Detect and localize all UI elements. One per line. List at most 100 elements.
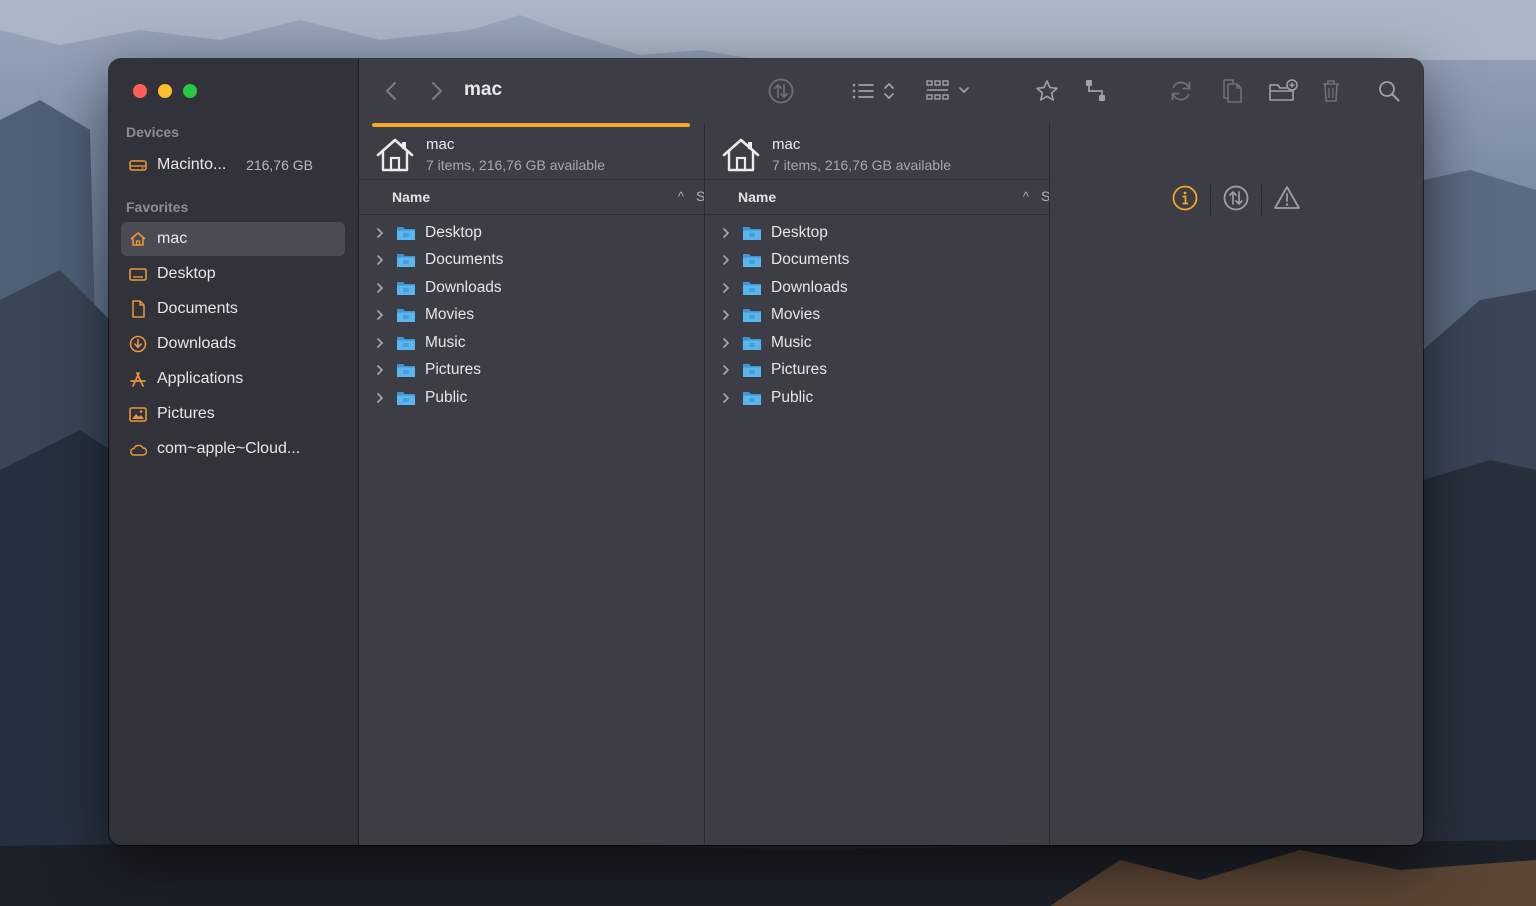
size-column-header[interactable]: S xyxy=(696,188,704,204)
info-button[interactable] xyxy=(1172,185,1200,213)
folder-icon xyxy=(397,309,415,322)
copy-button[interactable] xyxy=(1220,77,1244,105)
forward-button[interactable] xyxy=(427,77,447,105)
chevron-right-icon[interactable] xyxy=(722,364,732,376)
table-row[interactable]: Desktop xyxy=(359,219,704,246)
connection-icon xyxy=(1086,80,1105,101)
back-button[interactable] xyxy=(381,77,401,105)
chevron-right-icon[interactable] xyxy=(722,392,732,404)
table-row[interactable]: Documents xyxy=(359,247,704,274)
transfer-button[interactable] xyxy=(1223,185,1251,213)
devices-heading: Devices xyxy=(126,124,179,140)
sync-button[interactable] xyxy=(767,77,795,105)
name-column-header[interactable]: Name xyxy=(392,189,430,205)
connect-button[interactable] xyxy=(1084,77,1108,105)
sidebar-item-mac[interactable]: mac xyxy=(121,222,345,256)
sidebar-item-label: mac xyxy=(157,230,188,247)
window-controls xyxy=(133,84,197,98)
refresh-icon xyxy=(1171,81,1191,101)
applications-icon xyxy=(129,370,147,388)
table-row[interactable]: Downloads xyxy=(359,274,704,301)
chevron-right-icon[interactable] xyxy=(722,337,732,349)
sidebar-item-label: Documents xyxy=(157,300,238,317)
star-icon xyxy=(1036,80,1058,101)
table-row[interactable]: Downloads xyxy=(705,274,1049,301)
file-name: Desktop xyxy=(425,223,482,241)
new-folder-button[interactable] xyxy=(1268,77,1298,105)
zoom-button[interactable] xyxy=(183,84,197,98)
chevron-right-icon[interactable] xyxy=(376,282,386,294)
table-row[interactable]: Desktop xyxy=(705,219,1049,246)
file-name: Downloads xyxy=(771,278,848,296)
sort-ascending-icon[interactable]: ^ xyxy=(678,189,684,204)
refresh-button[interactable] xyxy=(1168,77,1194,105)
group-button[interactable] xyxy=(926,77,972,105)
favorite-button[interactable] xyxy=(1034,77,1060,105)
sort-ascending-icon[interactable]: ^ xyxy=(1023,189,1029,204)
folder-icon xyxy=(397,336,415,350)
chevron-right-icon[interactable] xyxy=(376,227,386,239)
file-name: Documents xyxy=(425,251,504,268)
table-row[interactable]: Pictures xyxy=(705,357,1049,384)
home-icon xyxy=(376,138,414,172)
sidebar-item-downloads[interactable]: Downloads xyxy=(121,327,345,361)
sidebar-item-pictures[interactable]: Pictures xyxy=(121,397,345,431)
home-icon xyxy=(129,230,147,248)
minimize-button[interactable] xyxy=(158,84,172,98)
sidebar-item-applications[interactable]: Applications xyxy=(121,362,345,396)
file-name: Movies xyxy=(771,306,821,323)
chevron-right-icon[interactable] xyxy=(376,392,386,404)
document-icon xyxy=(129,300,147,318)
left-pane[interactable]: mac 7 items, 216,76 GB available Name ^ … xyxy=(359,123,705,845)
close-button[interactable] xyxy=(133,84,147,98)
new-folder-icon xyxy=(1269,79,1298,101)
chevron-right-icon[interactable] xyxy=(376,254,386,266)
table-row[interactable]: Public xyxy=(359,384,704,411)
folder-icon xyxy=(743,391,761,405)
list-view-button[interactable] xyxy=(851,77,897,105)
favorites-heading: Favorites xyxy=(126,199,189,215)
size-column-header[interactable]: S xyxy=(1041,188,1049,204)
warnings-button[interactable] xyxy=(1274,185,1302,213)
folder-icon xyxy=(397,281,415,295)
pictures-icon xyxy=(129,405,147,423)
table-row[interactable]: Music xyxy=(359,329,704,356)
chevron-right-icon[interactable] xyxy=(722,282,732,294)
copy-icon xyxy=(1223,79,1242,103)
right-pane[interactable]: mac 7 items, 216,76 GB available Name ^ … xyxy=(705,123,1050,845)
chevron-right-icon[interactable] xyxy=(722,254,732,266)
table-row[interactable]: Pictures xyxy=(359,357,704,384)
sidebar-item-desktop[interactable]: Desktop xyxy=(121,257,345,291)
divider xyxy=(1261,185,1262,215)
folder-icon xyxy=(743,226,761,240)
table-row[interactable]: Public xyxy=(705,384,1049,411)
table-row[interactable]: Movies xyxy=(705,302,1049,329)
folder-icon xyxy=(397,226,415,240)
pane-location-name: mac xyxy=(772,136,801,153)
file-name: Movies xyxy=(425,306,475,323)
chevron-right-icon[interactable] xyxy=(722,227,732,239)
pane-location-name: mac xyxy=(426,136,455,153)
divider xyxy=(1210,185,1211,215)
trash-icon xyxy=(1323,80,1339,102)
name-column-header[interactable]: Name xyxy=(738,189,776,205)
sidebar-item-documents[interactable]: Documents xyxy=(121,292,345,326)
grid-view-icon xyxy=(926,80,969,100)
delete-button[interactable] xyxy=(1320,77,1342,105)
chevron-right-icon[interactable] xyxy=(376,309,386,321)
table-row[interactable]: Documents xyxy=(705,247,1049,274)
folder-icon xyxy=(397,391,415,405)
table-row[interactable]: Music xyxy=(705,329,1049,356)
table-row[interactable]: Movies xyxy=(359,302,704,329)
chevron-right-icon[interactable] xyxy=(376,337,386,349)
sidebar-item-icloud[interactable]: com~apple~Cloud... xyxy=(121,432,345,466)
sidebar-item-macintosh-hd[interactable]: Macinto... 216,76 GB xyxy=(121,148,345,182)
chevron-right-icon[interactable] xyxy=(376,364,386,376)
file-name: Documents xyxy=(771,251,850,268)
search-button[interactable] xyxy=(1377,77,1401,105)
finder-window: Devices Macinto... 216,76 GB Favorites m… xyxy=(109,59,1423,845)
sidebar-item-label: Macinto... xyxy=(157,156,227,173)
inspector-area xyxy=(1049,123,1423,845)
folder-icon xyxy=(743,309,761,322)
chevron-right-icon[interactable] xyxy=(722,309,732,321)
